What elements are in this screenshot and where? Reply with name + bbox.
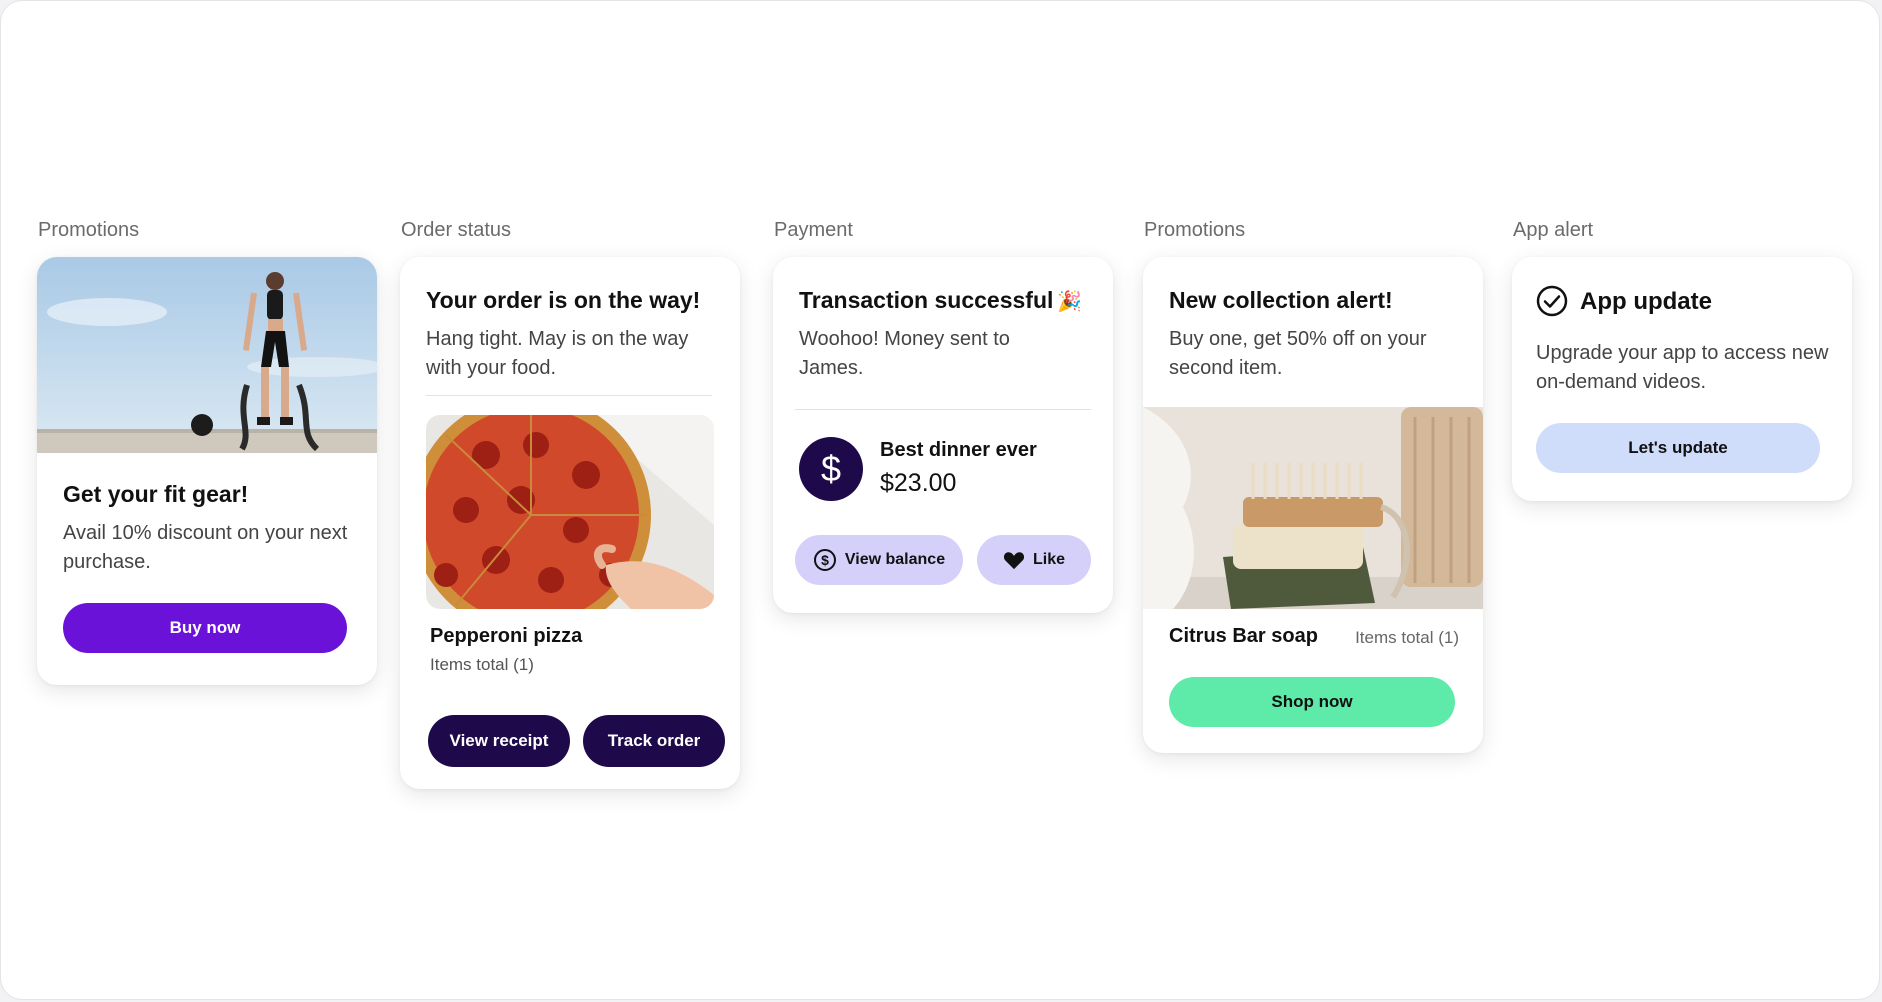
- canvas: Promotions Get your fit gear! Avail 10% …: [0, 0, 1880, 1000]
- payment-note: Best dinner ever: [880, 439, 1037, 461]
- shop-now-button[interactable]: Shop now: [1169, 677, 1455, 727]
- category-label: App alert: [1513, 219, 1594, 241]
- card-payment: Transaction successful 🎉 Woohoo! Money se…: [773, 257, 1113, 613]
- column-payment: Payment Transaction successful 🎉 Woohoo! …: [773, 218, 1113, 613]
- view-balance-button[interactable]: $ View balance: [795, 535, 963, 585]
- buy-now-button[interactable]: Buy now: [63, 603, 347, 653]
- items-total: Items total (1): [1355, 628, 1459, 647]
- party-emoji-icon: 🎉: [1057, 291, 1083, 313]
- card-body: Hang tight. May is on the way with your …: [426, 328, 689, 379]
- fitness-photo: [37, 257, 377, 453]
- card-body: Avail 10% discount on your next purchase…: [63, 522, 348, 573]
- items-total: Items total (1): [430, 655, 534, 674]
- divider: [426, 395, 712, 396]
- item-name: Pepperoni pizza: [430, 625, 583, 647]
- category-label: Order status: [401, 219, 512, 241]
- card-body: Upgrade your app to access new on-demand…: [1536, 342, 1829, 393]
- card-collection: New collection alert! Buy one, get 50% o…: [1143, 257, 1483, 753]
- card-order-status: Your order is on the way! Hang tight. Ma…: [400, 257, 740, 789]
- category-label: Payment: [774, 219, 853, 241]
- view-balance-label: View balance: [844, 551, 946, 568]
- card-title: App update: [1580, 288, 1712, 315]
- heart-icon: [1003, 552, 1025, 570]
- like-label: Like: [1032, 551, 1065, 568]
- svg-text:$: $: [821, 552, 829, 568]
- item-name: Citrus Bar soap: [1169, 625, 1318, 647]
- view-receipt-button[interactable]: View receipt: [428, 715, 570, 767]
- card-title: New collection alert!: [1169, 287, 1393, 313]
- card-title: Get your fit gear!: [63, 481, 249, 507]
- track-order-button[interactable]: Track order: [583, 715, 725, 767]
- card-body: Buy one, get 50% off on your second item…: [1169, 328, 1427, 379]
- column-order-status: Order status Your order is on the way! H…: [400, 218, 740, 789]
- payment-amount: $23.00: [880, 469, 957, 497]
- column-promotions-collection: Promotions New collection alert! Buy one…: [1143, 218, 1483, 753]
- pizza-photo: [426, 415, 714, 609]
- check-circle-icon: [1536, 285, 1568, 317]
- column-app-alert: App alert App update Upgrade your app to…: [1512, 218, 1852, 501]
- category-label: Promotions: [1144, 219, 1246, 241]
- card-app-alert: App update Upgrade your app to access ne…: [1512, 257, 1852, 501]
- card-title: Your order is on the way!: [426, 287, 701, 313]
- lets-update-button[interactable]: Let's update: [1536, 423, 1820, 473]
- category-label: Promotions: [38, 219, 140, 241]
- card-fit-gear: Get your fit gear! Avail 10% discount on…: [37, 257, 377, 685]
- card-title: Transaction successful 🎉: [799, 287, 1082, 314]
- divider: [795, 409, 1091, 410]
- dollar-circle-icon: $: [813, 549, 836, 571]
- card-body: Woohoo! Money sent to James.: [799, 328, 1010, 379]
- dollar-avatar: $: [799, 437, 863, 501]
- soap-photo: [1143, 407, 1483, 609]
- dollar-icon: $: [821, 449, 841, 489]
- title-text: Transaction successful: [799, 287, 1054, 313]
- svg-text:$: $: [821, 449, 841, 489]
- column-promotions-fitness: Promotions Get your fit gear! Avail 10% …: [37, 218, 377, 685]
- like-button[interactable]: Like: [977, 535, 1091, 585]
